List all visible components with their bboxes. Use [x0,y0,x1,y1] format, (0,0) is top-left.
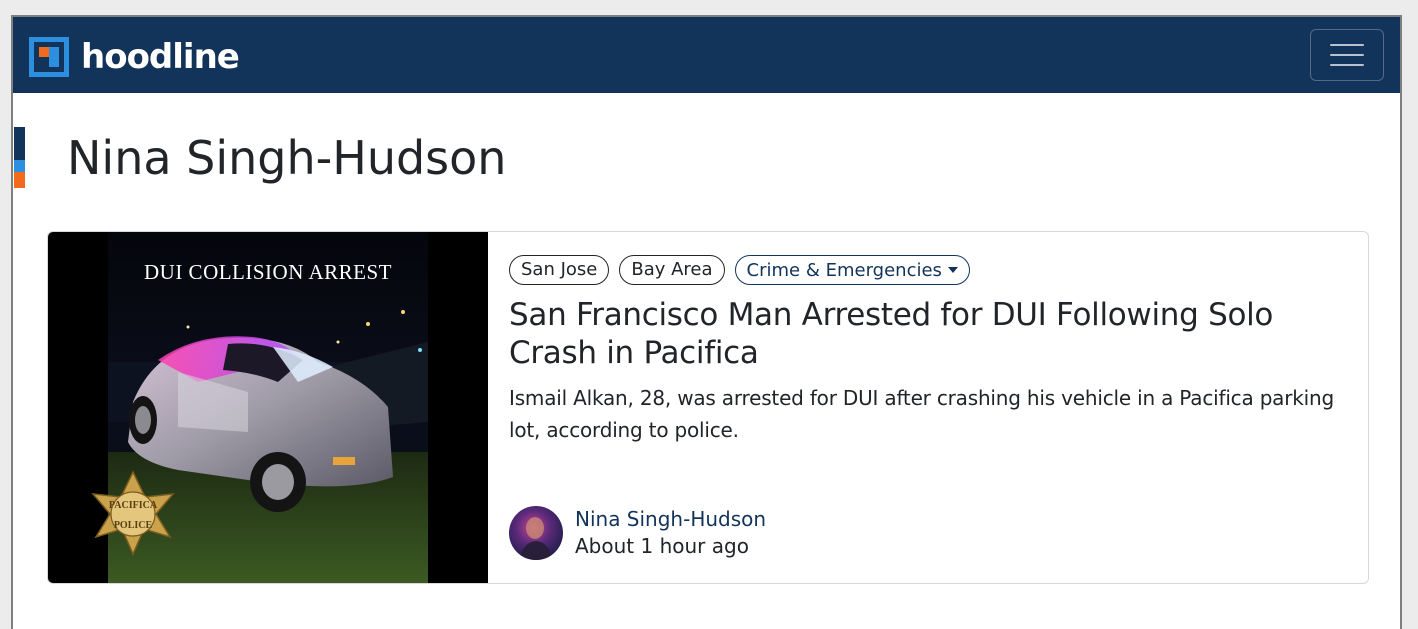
article-thumbnail[interactable]: DUI COLLISION ARREST PACIFICA POLICE [48,232,488,583]
logo-wordmark: hoodline [81,37,240,77]
author-avatar[interactable] [509,506,563,560]
author-info: Nina Singh-Hudson About 1 hour ago [575,506,766,560]
dui-crash-photo: DUI COLLISION ARREST PACIFICA POLICE [91,232,428,583]
hamburger-menu-icon [1330,64,1364,66]
page-title: Nina Singh-Hudson [67,131,507,185]
browser-viewport: hoodline Nina Singh-Hudson DUI COLLISION… [11,15,1402,629]
author-name-link[interactable]: Nina Singh-Hudson [575,506,766,533]
image-caption: DUI COLLISION ARREST [144,260,392,284]
hamburger-menu-icon [1330,54,1364,56]
article-summary: Ismail Alkan, 28, was arrested for DUI a… [509,386,1334,442]
publish-timestamp: About 1 hour ago [575,534,749,558]
navbar: hoodline [13,17,1400,93]
tag-list: San Jose Bay Area Crime & Emergencies [509,254,1339,286]
title-accent-bar [14,127,25,188]
article-card: DUI COLLISION ARREST PACIFICA POLICE San… [47,231,1369,584]
hoodline-logo-icon [29,37,69,77]
tag-san-jose[interactable]: San Jose [509,255,610,285]
badge-text-top: PACIFICA [109,500,158,511]
hamburger-menu-icon [1330,44,1364,46]
tag-bay-area[interactable]: Bay Area [619,255,725,285]
tag-crime-emergencies-dropdown[interactable]: Crime & Emergencies [734,255,970,285]
author-byline: Nina Singh-Hudson About 1 hour ago [509,506,766,560]
badge-text-bottom: POLICE [114,520,153,531]
site-logo[interactable]: hoodline [29,37,240,77]
hamburger-menu-button[interactable] [1310,29,1384,81]
article-body: San Jose Bay Area Crime & Emergencies Sa… [509,254,1339,560]
tag-crime-emergencies-label: Crime & Emergencies [746,259,942,281]
article-headline[interactable]: San Francisco Man Arrested for DUI Follo… [509,296,1339,372]
caret-down-icon [947,267,958,273]
